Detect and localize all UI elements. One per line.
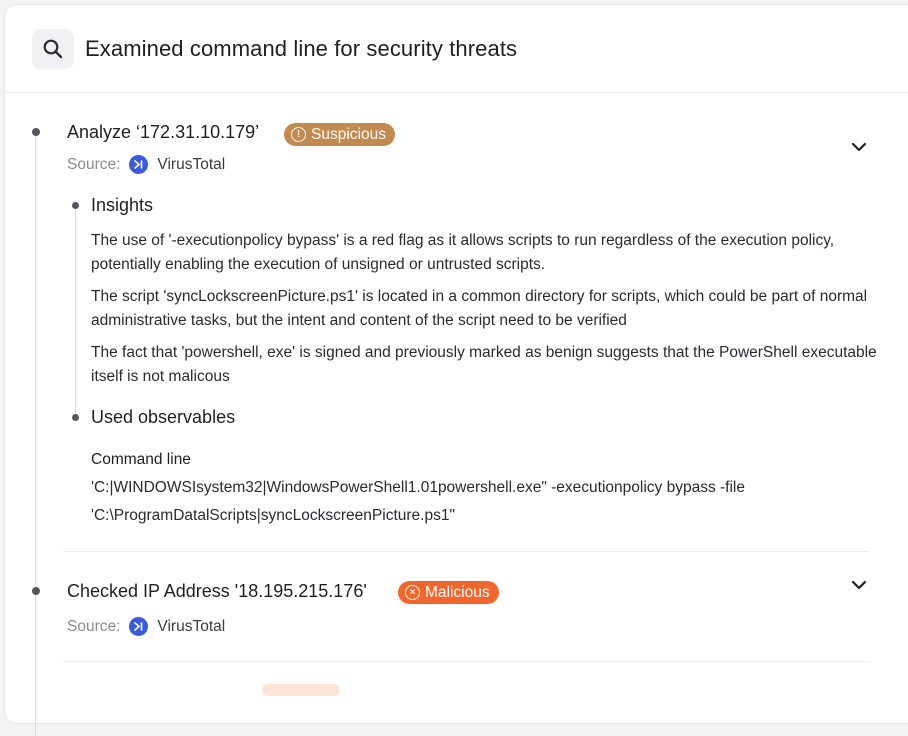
next-step-badge-peek <box>262 684 340 696</box>
command-line-value: 'C:|WINDOWSIsystem32|WindowsPowerShell1.… <box>91 479 745 496</box>
sub-timeline-dot <box>72 202 79 209</box>
sub-timeline-line <box>75 210 76 414</box>
insight-paragraph: The script 'syncLockscreenPicture.ps1' i… <box>91 288 868 329</box>
page-title: Examined command line for security threa… <box>85 35 518 61</box>
status-badge-suspicious: ! Suspicious <box>284 123 395 146</box>
status-badge-label: Suspicious <box>311 125 386 143</box>
expand-chevron-icon[interactable] <box>848 574 870 596</box>
timeline-dot <box>32 128 40 136</box>
card-header: Examined command line for security threa… <box>5 5 908 93</box>
source-row: Source: VirusTotal <box>67 155 225 174</box>
insight-paragraph: The use of '-executionpolicy bypass' is … <box>91 232 835 273</box>
timeline-dot <box>32 587 40 595</box>
x-circle-icon: × <box>405 585 420 600</box>
virustotal-icon <box>129 617 149 636</box>
observables-title: Used observables <box>91 407 236 427</box>
search-icon-box <box>32 28 74 69</box>
status-badge-malicious: × Malicious <box>398 581 499 604</box>
virustotal-icon <box>129 155 149 174</box>
command-line-label: Command line <box>91 451 191 468</box>
insights-title: Insights <box>91 195 154 215</box>
timeline-line <box>35 136 36 736</box>
search-icon <box>43 39 63 58</box>
divider <box>63 551 869 552</box>
step-title: Analyze ‘172.31.10.179’ <box>67 122 260 142</box>
source-row: Source: VirusTotal <box>67 617 225 636</box>
divider <box>63 661 869 662</box>
collapse-chevron-icon[interactable] <box>848 136 870 158</box>
source-label: Source: <box>67 617 121 635</box>
alert-circle-icon: ! <box>291 127 306 142</box>
status-badge-label: Malicious <box>425 583 490 601</box>
source-name[interactable]: VirusTotal <box>157 156 225 174</box>
command-line-value: 'C:\ProgramDatalScripts|syncLockscreenPi… <box>91 507 455 524</box>
source-label: Source: <box>67 155 121 173</box>
source-name[interactable]: VirusTotal <box>157 618 225 636</box>
step-title: Checked IP Address '18.195.215.176' <box>67 581 367 601</box>
insight-paragraph: The fact that 'powershell, exe' is signe… <box>91 344 877 385</box>
sub-timeline-dot <box>72 414 79 421</box>
